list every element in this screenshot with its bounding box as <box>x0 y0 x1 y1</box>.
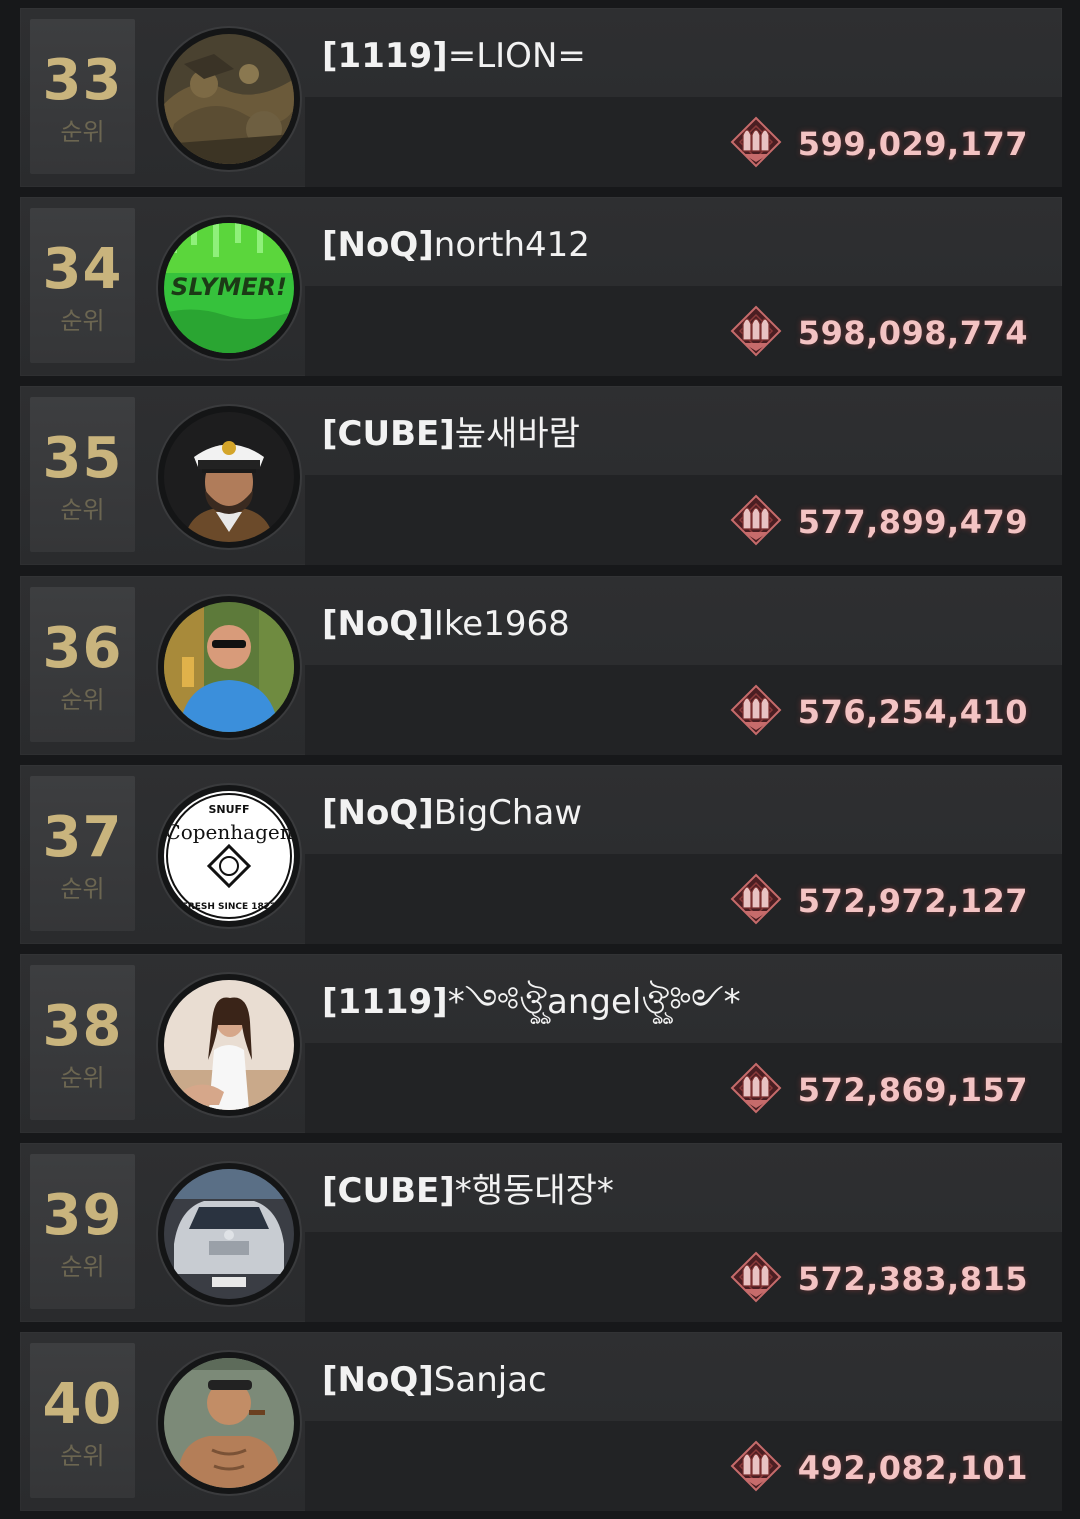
rank-label: 순위 <box>60 874 105 903</box>
player-score: 572,383,815 <box>797 1260 1028 1299</box>
rank-badge: 39 순위 <box>30 1154 135 1310</box>
car-avatar <box>164 1169 294 1300</box>
player-score: 576,254,410 <box>797 692 1028 731</box>
bullets-emblem-icon <box>726 1247 786 1307</box>
slymer-avatar: SLYMER! <box>164 223 294 354</box>
leaderboard-row[interactable]: 37 순위 SNUFF Copenhagen FRESH SINCE 1822 … <box>20 764 1062 944</box>
leaderboard-list: 33 순위 [1119]=LION= 599,029,177 34 순위 SLY… <box>0 0 1080 1519</box>
player-score: 572,869,157 <box>797 1071 1028 1109</box>
clan-tag: [NoQ] <box>322 1360 434 1401</box>
player-name[interactable]: [1119]*༺ঔৣangelঔৣ༻* <box>322 982 741 1022</box>
rank-label: 순위 <box>60 307 105 336</box>
slymer-avatar-text: SLYMER! <box>171 273 287 301</box>
player-nickname: *행동대장* <box>454 1171 614 1212</box>
rank-number: 39 <box>42 1183 123 1249</box>
player-score: 572,972,127 <box>797 881 1028 920</box>
avatar-frame[interactable]: SLYMER! <box>158 217 300 360</box>
bullets-emblem-icon <box>726 112 786 172</box>
player-nickname: 높새바람 <box>454 414 580 455</box>
rank-label: 순위 <box>60 1442 105 1471</box>
rank-badge: 40 순위 <box>30 1343 135 1499</box>
player-nickname: north412 <box>433 225 590 266</box>
rank-number: 33 <box>42 48 123 113</box>
player-name[interactable]: [NoQ]north412 <box>322 225 590 265</box>
rank-badge: 35 순위 <box>30 397 135 553</box>
popeye-avatar <box>164 1358 294 1489</box>
avatar-frame[interactable] <box>158 974 300 1116</box>
rank-badge: 36 순위 <box>30 586 135 742</box>
dragon-avatar <box>164 34 294 164</box>
copenhagen-bottom-text: FRESH SINCE 1822 <box>182 902 277 912</box>
bullets-emblem-icon <box>726 680 786 740</box>
player-nickname: BigChaw <box>433 792 583 833</box>
captain-avatar <box>164 412 294 543</box>
rank-number: 36 <box>42 615 123 681</box>
player-score: 492,082,101 <box>797 1449 1028 1488</box>
bullets-emblem-icon <box>726 869 786 929</box>
avatar-frame[interactable] <box>158 1352 300 1495</box>
rank-label: 순위 <box>60 118 105 146</box>
player-nickname: Sanjac <box>433 1360 547 1401</box>
rank-number: 38 <box>42 994 123 1059</box>
leaderboard-row[interactable]: 36 순위 [NoQ]Ike1968 576,254,410 <box>20 575 1062 755</box>
player-score: 577,899,479 <box>797 503 1028 542</box>
leaderboard-row[interactable]: 39 순위 [CUBE]*행동대장* 572,383,815 <box>20 1143 1062 1323</box>
player-name[interactable]: [CUBE]높새바람 <box>322 414 580 454</box>
avatar-frame[interactable] <box>158 1163 300 1306</box>
player-nickname: *༺ঔৣangelঔৣ༻* <box>447 982 741 1022</box>
player-nickname: Ike1968 <box>433 603 570 644</box>
leaderboard-row[interactable]: 33 순위 [1119]=LION= 599,029,177 <box>20 8 1062 187</box>
clan-tag: [NoQ] <box>322 603 434 644</box>
copenhagen-main-text: Copenhagen <box>165 820 292 844</box>
rank-number: 37 <box>42 804 123 870</box>
rank-badge: 38 순위 <box>30 965 135 1120</box>
clan-tag: [CUBE] <box>322 414 455 455</box>
bullets-emblem-icon <box>726 1436 786 1496</box>
clan-tag: [NoQ] <box>322 225 434 266</box>
rank-label: 순위 <box>60 1064 105 1092</box>
woman-avatar <box>164 980 294 1110</box>
leaderboard-row[interactable]: 40 순위 [NoQ]Sanjac 492,082,101 <box>20 1332 1062 1512</box>
rank-number: 35 <box>42 426 123 492</box>
leaderboard-row[interactable]: 35 순위 [CUBE]높새바람 577,899,479 <box>20 386 1062 566</box>
player-name[interactable]: [1119]=LION= <box>322 36 586 76</box>
player-name[interactable]: [NoQ]Sanjac <box>322 1360 547 1400</box>
clan-tag: [1119] <box>322 982 448 1022</box>
man-avatar <box>164 601 294 732</box>
player-score: 599,029,177 <box>797 125 1028 163</box>
avatar-frame[interactable] <box>158 595 300 738</box>
clan-tag: [NoQ] <box>322 792 434 833</box>
rank-badge: 34 순위 <box>30 208 135 364</box>
clan-tag: [CUBE] <box>322 1171 455 1212</box>
clan-tag: [1119] <box>322 36 448 76</box>
rank-badge: 37 순위 <box>30 775 135 931</box>
bullets-emblem-icon <box>726 1058 786 1118</box>
avatar-frame[interactable]: SNUFF Copenhagen FRESH SINCE 1822 <box>158 784 300 927</box>
player-nickname: =LION= <box>447 36 586 76</box>
avatar-frame[interactable] <box>158 28 300 170</box>
avatar-frame[interactable] <box>158 406 300 549</box>
rank-label: 순위 <box>60 1253 105 1282</box>
bullets-emblem-icon <box>726 301 786 361</box>
rank-badge: 33 순위 <box>30 19 135 174</box>
player-name[interactable]: [NoQ]BigChaw <box>322 793 582 833</box>
player-name[interactable]: [CUBE]*행동대장* <box>322 1171 614 1211</box>
player-name[interactable]: [NoQ]Ike1968 <box>322 604 570 644</box>
copenhagen-avatar: SNUFF Copenhagen FRESH SINCE 1822 <box>164 790 294 921</box>
copenhagen-top-text: SNUFF <box>208 803 249 816</box>
bullets-emblem-icon <box>726 490 786 550</box>
rank-label: 순위 <box>60 685 105 714</box>
rank-label: 순위 <box>60 496 105 525</box>
rank-number: 34 <box>42 237 123 303</box>
rank-number: 40 <box>42 1372 123 1438</box>
player-score: 598,098,774 <box>797 314 1028 353</box>
leaderboard-row[interactable]: 38 순위 [1119]*༺ঔৣangelঔৣ༻* 572,869,157 <box>20 954 1062 1133</box>
leaderboard-row[interactable]: 34 순위 SLYMER! [NoQ]north412 598,098,774 <box>20 197 1062 377</box>
